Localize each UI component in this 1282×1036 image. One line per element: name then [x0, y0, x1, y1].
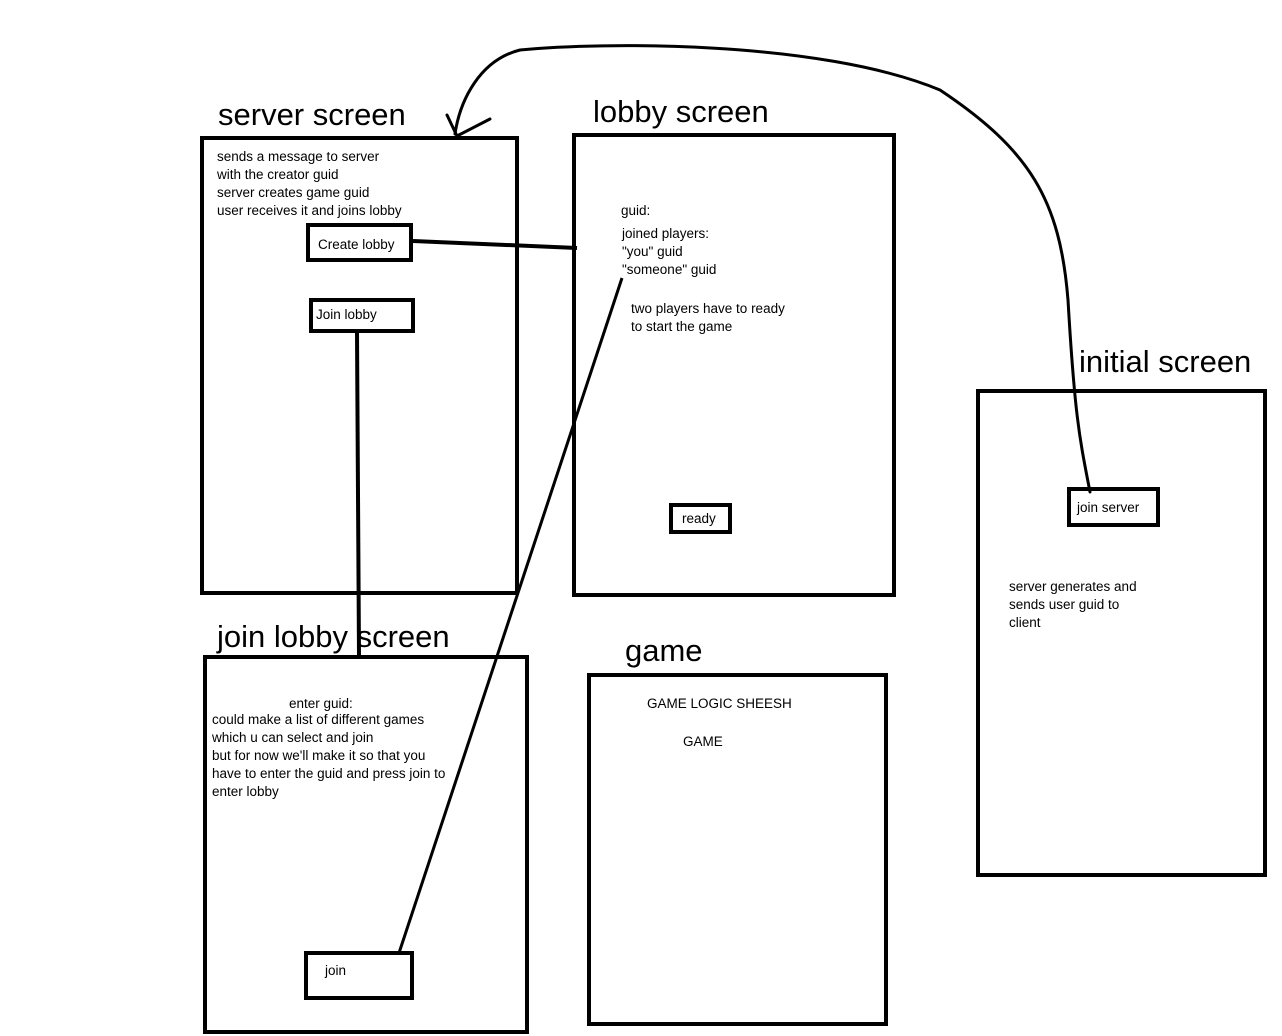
lobby-screen-title: lobby screen	[593, 94, 769, 129]
join-lobby-label: Join lobby	[316, 307, 377, 322]
server-screen-title: server screen	[218, 97, 406, 132]
join-server-label: join server	[1077, 500, 1140, 515]
initial-screen-description: server generates and sends user guid to …	[1009, 579, 1137, 630]
lobby-joined-players: joined players: "you" guid "someone" gui…	[622, 226, 717, 277]
join-button[interactable]: join	[304, 951, 414, 1000]
create-lobby-button[interactable]: Create lobby	[306, 223, 413, 262]
create-lobby-label: Create lobby	[318, 237, 395, 252]
game-text: GAME	[683, 734, 723, 749]
join-server-button[interactable]: join server	[1067, 487, 1160, 527]
ready-label: ready	[682, 511, 716, 526]
initial-screen-frame	[976, 389, 1267, 877]
lobby-ready-note: two players have to ready to start the g…	[631, 301, 785, 334]
join-label: join	[325, 963, 347, 978]
join-lobby-button[interactable]: Join lobby	[309, 298, 415, 333]
game-logic-text: GAME LOGIC SHEESH	[647, 696, 792, 711]
server-screen-description: sends a message to server with the creat…	[217, 149, 402, 218]
ready-button[interactable]: ready	[669, 503, 732, 534]
initial-screen-title: initial screen	[1079, 344, 1252, 379]
game-screen-title: game	[625, 633, 703, 668]
arrowhead-server-screen	[445, 113, 492, 138]
join-lobby-description: could make a list of different games whi…	[212, 712, 446, 799]
game-screen-frame	[587, 673, 888, 1026]
join-lobby-screen-title: join lobby screen	[217, 619, 450, 654]
lobby-guid-label: guid:	[621, 203, 651, 218]
